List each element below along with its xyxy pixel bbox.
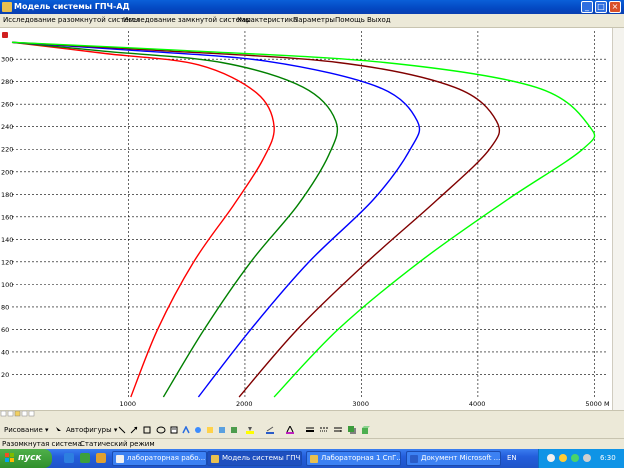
x-tick-label: 1000	[119, 400, 136, 408]
taskbar-button[interactable]: лабораторная рабо...	[112, 451, 207, 466]
y-tick-label: 80	[1, 303, 9, 311]
y-tick-label: 120	[1, 258, 13, 266]
series-line-1	[11, 41, 275, 398]
x-tick-label: 2000	[236, 400, 253, 408]
language-indicator[interactable]: EN	[507, 453, 517, 463]
vertical-scrollbar[interactable]	[612, 28, 624, 410]
y-tick-label: 200	[1, 168, 13, 176]
dash-style-icon[interactable]	[320, 426, 328, 434]
maximize-button[interactable]: □	[595, 1, 607, 13]
x-axis-label: M	[604, 400, 610, 408]
menu-bar: Исследование разомкнутой системы Исследо…	[0, 14, 624, 28]
y-tick-label: 40	[1, 348, 9, 356]
y-tick-label: 300	[1, 56, 13, 64]
menu-exit[interactable]: Выход	[367, 16, 391, 25]
shadow-style-icon[interactable]	[348, 426, 356, 434]
taskbar-button[interactable]: Модель системы ГПЧ...	[207, 451, 302, 466]
y-tick-label: 140	[1, 236, 13, 244]
textbox-icon[interactable]	[170, 426, 178, 434]
select-arrow-icon[interactable]	[55, 426, 63, 434]
x-tick-label: 4000	[469, 400, 486, 408]
image-icon[interactable]	[230, 426, 238, 434]
line-color-icon[interactable]	[266, 426, 274, 434]
windows-logo-icon	[5, 453, 14, 462]
ie-icon[interactable]	[64, 453, 74, 463]
taskbar-button[interactable]: Документ Microsoft ...	[406, 451, 501, 466]
chart: 20 40 60 80 100 120 140 160 180 200 220 240 260 280 30…	[1, 31, 610, 408]
plot-area: 20 40 60 80 100 120 140 160 180 200 220 240 260 280 30…	[0, 28, 612, 410]
menu-parameters[interactable]: Параметры	[293, 16, 335, 25]
arrow-style-icon[interactable]	[334, 426, 342, 434]
title-bar: Модель системы ГПЧ-АД _ □ ×	[0, 0, 624, 14]
autoshapes-menu-button[interactable]: Автофигуры ▾	[66, 425, 117, 435]
y-tick-label: 20	[1, 371, 9, 379]
series-line-3	[11, 41, 421, 398]
taskbar: пуск лабораторная рабо... Модель системы …	[0, 449, 624, 468]
desktop-icon[interactable]	[96, 453, 106, 463]
task-label: Модель системы ГПЧ...	[222, 454, 302, 462]
fill-color-icon[interactable]	[246, 426, 254, 434]
drawing-toolbar: Рисование ▾ Автофигуры ▾	[0, 410, 624, 439]
close-button[interactable]: ×	[609, 1, 621, 13]
y-tick-label: 180	[1, 191, 13, 199]
status-static-mode: Статический режим	[80, 440, 155, 448]
series-line-4	[11, 41, 501, 398]
menu-characteristic[interactable]: Характеристика	[237, 16, 297, 25]
task-app-icon	[116, 455, 124, 463]
rectangle-icon[interactable]	[143, 426, 151, 434]
taskbar-button[interactable]: Лабораторная 1 СпГ...	[306, 451, 401, 466]
font-color-icon[interactable]	[286, 424, 294, 434]
start-button[interactable]: пуск	[0, 449, 52, 468]
line-style-icon[interactable]	[306, 426, 314, 434]
tray-icon[interactable]	[559, 454, 567, 462]
y-tick-label: 240	[1, 123, 13, 131]
drawing-menu-button[interactable]: Рисование ▾	[4, 425, 49, 435]
task-app-icon	[211, 455, 219, 463]
3d-style-icon[interactable]	[362, 426, 370, 434]
y-tick-label: 160	[1, 213, 13, 221]
x-tick-label: 3000	[352, 400, 369, 408]
menu-help[interactable]: Помощь	[335, 16, 365, 25]
task-label: Документ Microsoft ...	[421, 454, 501, 462]
menu-open-system[interactable]: Исследование разомкнутой системы	[3, 16, 139, 25]
tray-icon[interactable]	[571, 454, 579, 462]
series-line-2	[11, 41, 339, 398]
picture-icon[interactable]	[218, 426, 226, 434]
arrow-icon[interactable]	[130, 426, 138, 434]
start-label: пуск	[18, 453, 42, 463]
oval-icon[interactable]	[156, 426, 166, 434]
diagram-icon[interactable]	[194, 426, 202, 434]
plot-marker-icon	[2, 32, 8, 38]
minimize-button[interactable]: _	[581, 1, 593, 13]
y-tick-label: 280	[1, 78, 13, 86]
line-icon[interactable]	[118, 426, 126, 434]
y-tick-label: 220	[1, 146, 13, 154]
menu-closed-system[interactable]: Исследование замкнутой системы	[123, 16, 251, 25]
media-icon[interactable]	[80, 453, 90, 463]
tray-icon[interactable]	[547, 454, 555, 462]
task-label: лабораторная рабо...	[127, 454, 206, 462]
clock: 6:30	[600, 454, 616, 462]
view-tabs-icon[interactable]	[0, 411, 54, 417]
x-tick-label: 5000	[585, 400, 602, 408]
task-label: Лабораторная 1 СпГ...	[321, 454, 401, 462]
series-line-5	[11, 41, 596, 398]
y-tick-label: 60	[1, 326, 9, 334]
status-system-mode: Разомкнутая система	[2, 440, 82, 448]
wordart-icon[interactable]	[182, 425, 190, 434]
task-app-icon	[410, 455, 418, 463]
window-title: Модель системы ГПЧ-АД	[14, 2, 130, 11]
tray-icon[interactable]	[583, 454, 591, 462]
y-tick-label: 260	[1, 101, 13, 109]
y-tick-label: 100	[1, 281, 13, 289]
task-app-icon	[310, 455, 318, 463]
app-icon	[2, 2, 12, 12]
clipart-icon[interactable]	[206, 426, 214, 434]
